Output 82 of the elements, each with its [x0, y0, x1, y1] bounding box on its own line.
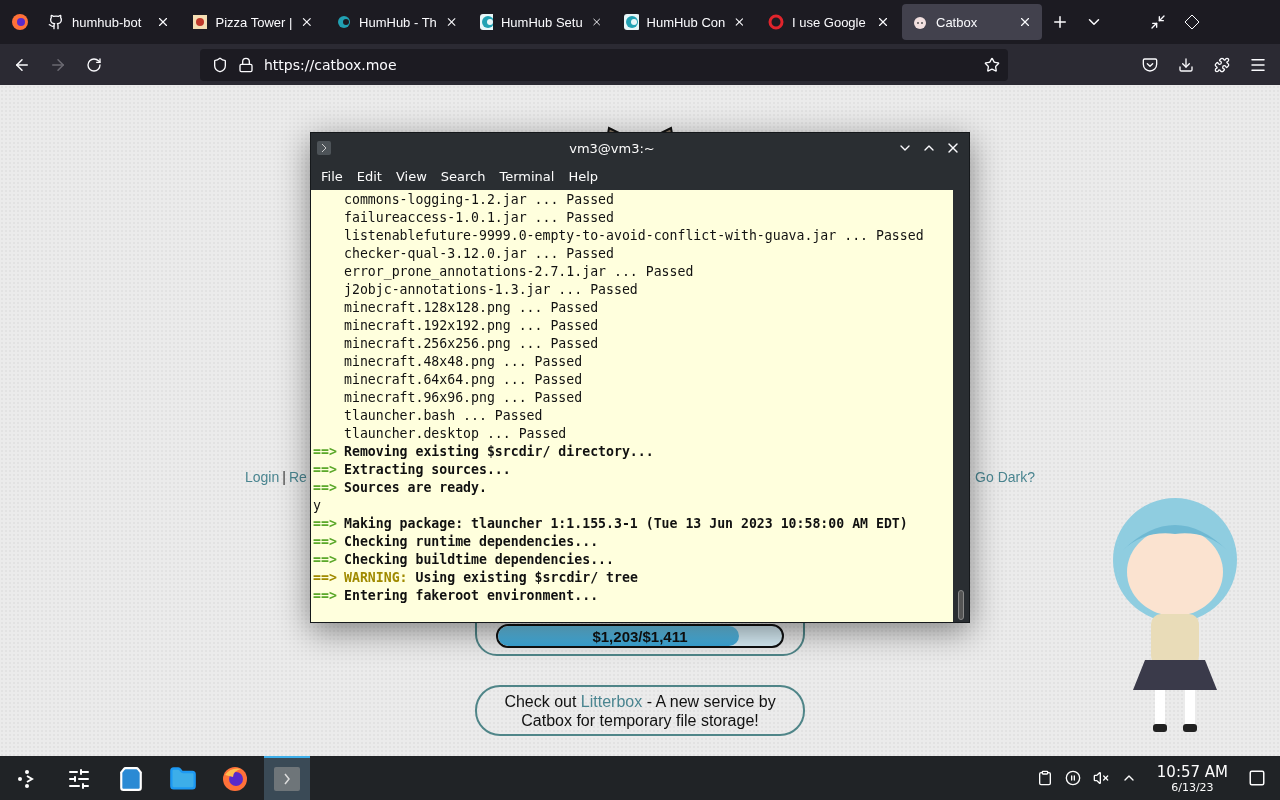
favicon-icon — [480, 14, 493, 30]
arrow-prompt: ==> — [313, 443, 338, 461]
output-line: Extracting sources... — [344, 461, 511, 479]
arrow-prompt: ==> — [313, 533, 338, 551]
address-field[interactable]: https://catbox.moe — [200, 48, 1008, 81]
favicon-icon — [336, 14, 352, 30]
output-line: Removing existing $srcdir/ directory... — [344, 443, 654, 461]
donation-amount: $1,203/$1,411 — [592, 627, 688, 645]
terminal-icon — [317, 141, 331, 155]
browser-tab[interactable]: Pizza Tower | — [182, 4, 324, 40]
output-line: Making package: tlauncher 1:1.155.3-1 (Tue 13 Jun 2023 10:58:00 AM EDT) — [344, 515, 908, 533]
browser-tab[interactable]: I use Google — [758, 4, 900, 40]
close-icon[interactable] — [156, 15, 170, 29]
ring-icon — [768, 14, 784, 30]
output-line: minecraft.128x128.png ... Passed — [344, 299, 599, 317]
menu-item[interactable]: Help — [561, 169, 606, 184]
arrow-prompt: ==> — [313, 461, 338, 479]
pizza-icon — [192, 14, 208, 30]
firefox-icon — [221, 765, 249, 793]
browser-tab[interactable]: Catbox — [902, 4, 1042, 40]
cat-icon — [912, 14, 928, 30]
browser-tab[interactable]: HumHub Setu — [470, 4, 612, 40]
close-icon[interactable] — [590, 15, 602, 29]
output-line: minecraft.256x256.png ... Passed — [344, 335, 599, 353]
shield-icon — [212, 56, 228, 73]
show-desktop-icon[interactable] — [1248, 769, 1266, 787]
arrow-prompt: ==> — [313, 587, 338, 605]
output-line: Sources are ready. — [344, 479, 487, 497]
clock[interactable]: 10:57 AM 6/13/23 — [1156, 762, 1228, 794]
output-line: minecraft.64x64.png ... Passed — [344, 371, 583, 389]
muted-speaker-icon[interactable] — [1092, 770, 1109, 786]
arrow-prompt: ==> — [313, 569, 338, 587]
output-line: commons-logging-1.2.jar ... Passed — [344, 191, 614, 209]
input-line: y — [313, 497, 321, 515]
promo-text: Check out Litterbox - A new service by Catbox for temporary file storage! — [503, 691, 777, 730]
output-line: error_prone_annotations-2.7.1.jar ... Passed — [344, 263, 694, 281]
warning-label: WARNING: — [344, 569, 408, 587]
scrollbar-thumb[interactable] — [958, 590, 964, 620]
menu-item[interactable]: Terminal — [492, 169, 562, 184]
github-icon — [48, 14, 64, 30]
output-line: listenablefuture-9999.0-empty-to-avoid-conflict-with-guava.jar ... Passed — [344, 227, 924, 245]
terminal-icon — [273, 765, 301, 793]
pause-icon[interactable] — [1064, 770, 1081, 786]
close-icon[interactable] — [300, 15, 314, 29]
browser-tab[interactable]: HumHub Con — [614, 4, 756, 40]
arrow-prompt: ==> — [313, 479, 338, 497]
login-link[interactable]: Login — [245, 469, 280, 485]
output-line: failureaccess-1.0.1.jar ... Passed — [344, 209, 614, 227]
menu-item[interactable]: Search — [433, 169, 493, 184]
clock-time: 10:57 AM — [1156, 762, 1228, 781]
arrow-prompt: ==> — [313, 515, 338, 533]
separator-text: | — [282, 469, 286, 485]
close-icon[interactable] — [733, 15, 746, 29]
dark-mode-link[interactable]: Go Dark? — [975, 469, 1035, 485]
browser-tab[interactable]: humhub-bot — [38, 4, 180, 40]
favicon-icon — [624, 14, 639, 30]
output-line: tlauncher.desktop ... Passed — [344, 425, 567, 443]
close-icon[interactable] — [1018, 15, 1032, 29]
folder-icon — [169, 765, 197, 793]
output-line: minecraft.96x96.png ... Passed — [344, 389, 583, 407]
output-line: Entering fakeroot environment... — [344, 587, 599, 605]
menu-item[interactable]: View — [388, 169, 434, 184]
lock-icon — [238, 56, 254, 73]
settings-icon — [67, 767, 91, 791]
arrow-prompt: ==> — [313, 551, 338, 569]
browser-tab[interactable]: HumHub - Th — [326, 4, 468, 40]
output-line: j2objc-annotations-1.3.jar ... Passed — [344, 281, 638, 299]
output-line: checker-qual-3.12.0.jar ... Passed — [344, 245, 614, 263]
bookmark-star-icon[interactable] — [984, 56, 1000, 73]
output-line: minecraft.192x192.png ... Passed — [344, 317, 599, 335]
output-line: Checking buildtime dependencies... — [344, 551, 614, 569]
clipboard-icon[interactable] — [1036, 770, 1053, 786]
menu-item[interactable]: Edit — [349, 169, 389, 184]
litterbox-link[interactable]: Litterbox — [580, 692, 643, 710]
clock-date: 6/13/23 — [1171, 780, 1214, 794]
window-title: vm3@vm3:~ — [568, 140, 656, 156]
output-line: tlauncher.bash ... Passed — [344, 407, 543, 425]
output-line: minecraft.48x48.png ... Passed — [344, 353, 583, 371]
output-line: Using existing $srcdir/ tree — [415, 569, 638, 587]
output-line: Checking runtime dependencies... — [344, 533, 599, 551]
menu-item[interactable]: File — [314, 169, 350, 184]
close-icon[interactable] — [876, 15, 890, 29]
